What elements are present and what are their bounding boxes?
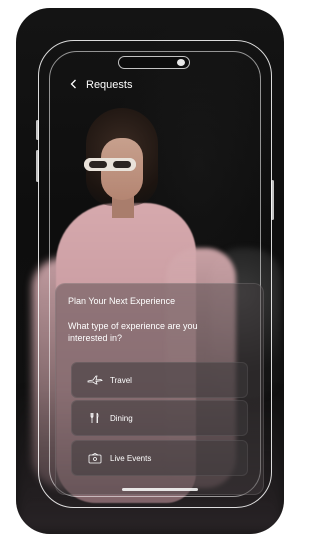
option-travel[interactable]: Travel xyxy=(71,362,248,398)
volume-down-button xyxy=(36,150,39,182)
volume-up-button xyxy=(36,120,39,140)
option-live-events[interactable]: Live Events xyxy=(71,440,248,476)
option-label: Travel xyxy=(110,375,132,385)
camera-dot xyxy=(177,59,185,66)
chevron-left-icon[interactable] xyxy=(70,79,80,92)
dynamic-island xyxy=(118,56,190,69)
airplane-icon xyxy=(84,375,106,385)
plan-question: What type of experience are you interest… xyxy=(68,321,198,343)
fork-knife-icon xyxy=(84,412,106,424)
option-label: Dining xyxy=(110,413,133,423)
home-indicator[interactable] xyxy=(122,488,198,491)
option-label: Live Events xyxy=(110,453,152,463)
ticket-icon xyxy=(84,452,106,464)
top-nav[interactable]: Requests xyxy=(70,76,132,94)
page-title: Requests xyxy=(86,79,133,91)
power-button xyxy=(271,180,274,220)
option-dining[interactable]: Dining xyxy=(71,400,248,436)
plan-title: Plan Your Next Experience xyxy=(68,296,176,306)
screen: Requests Plan Your Next Experience What … xyxy=(0,0,293,540)
